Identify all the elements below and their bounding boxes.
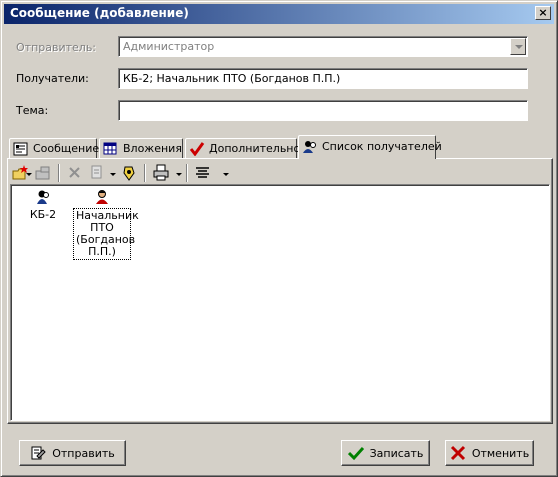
subject-input[interactable]: [118, 100, 528, 121]
tab-attachments[interactable]: Вложения: [99, 138, 183, 158]
tab-additional-label: Дополнительно: [209, 142, 301, 155]
list-item[interactable]: КБ-2: [13, 189, 73, 222]
delete-icon[interactable]: [65, 164, 85, 182]
chevron-down-icon[interactable]: [110, 173, 116, 176]
tab-message-label: Сообщение: [33, 142, 100, 155]
tab-additional[interactable]: Дополнительно: [185, 138, 301, 158]
title-bar[interactable]: Сообщение (добавление) ×: [4, 4, 554, 24]
sender-value: Администратор: [123, 40, 215, 53]
chevron-down-icon[interactable]: [176, 173, 182, 176]
list-item-label: КБ-2: [29, 208, 57, 221]
send-button[interactable]: Отправить: [19, 440, 126, 466]
toolbar-separator: [186, 164, 188, 182]
sender-combobox[interactable]: Администратор: [118, 36, 528, 57]
close-icon: [450, 445, 466, 461]
tab-message[interactable]: Сообщение: [9, 138, 100, 158]
copy-icon[interactable]: [87, 164, 107, 182]
tab-recipients-list[interactable]: Список получателей: [298, 135, 442, 159]
sender-label: Отправитель:: [16, 41, 97, 54]
save-button[interactable]: Записать: [341, 440, 430, 466]
list-item[interactable]: Начальник ПТО (Богданов П.П.): [72, 189, 139, 260]
save-button-label: Записать: [369, 446, 424, 460]
group-icon: [35, 189, 51, 205]
list-item-label-line: П.П.): [88, 245, 116, 258]
recipients-value: КБ-2; Начальник ПТО (Богданов П.П.): [123, 72, 341, 85]
print-icon[interactable]: [151, 164, 171, 182]
toolbar-separator: [144, 164, 146, 182]
cancel-button-label: Отменить: [471, 446, 530, 460]
properties-icon[interactable]: [119, 164, 139, 182]
recipients-toolbar: [11, 161, 549, 185]
subject-label: Тема:: [16, 104, 49, 117]
send-button-label: Отправить: [52, 446, 115, 460]
checkmark-icon: [347, 445, 364, 461]
recipients-tab-panel: КБ-2 Начальник ПТО (Богданов П.П.): [7, 158, 553, 424]
add-group-icon[interactable]: [33, 164, 53, 182]
attachments-icon: [103, 142, 119, 156]
list-item-label: Начальник ПТО (Богданов П.П.): [73, 208, 139, 260]
window-title: Сообщение (добавление): [10, 6, 189, 20]
person-icon: [94, 189, 110, 205]
chevron-down-icon[interactable]: [510, 38, 526, 55]
recipients-field[interactable]: КБ-2; Начальник ПТО (Богданов П.П.): [118, 68, 528, 89]
close-button[interactable]: ×: [535, 6, 551, 20]
tab-recipients-list-label: Список получателей: [322, 140, 442, 153]
view-mode-icon[interactable]: [193, 164, 213, 182]
cancel-button[interactable]: Отменить: [445, 440, 534, 466]
send-icon: [30, 445, 46, 461]
toolbar-separator: [58, 164, 60, 182]
message-icon: [13, 142, 29, 156]
checkmark-icon: [189, 142, 205, 157]
recipients-icon: [302, 140, 318, 154]
chevron-down-icon[interactable]: [223, 173, 229, 176]
dialog-window: Сообщение (добавление) × Отправитель: Ад…: [0, 0, 558, 477]
recipients-listview[interactable]: КБ-2 Начальник ПТО (Богданов П.П.): [10, 184, 550, 421]
chevron-down-icon[interactable]: [26, 173, 32, 176]
recipients-label: Получатели:: [16, 72, 89, 85]
tab-attachments-label: Вложения: [123, 142, 182, 155]
